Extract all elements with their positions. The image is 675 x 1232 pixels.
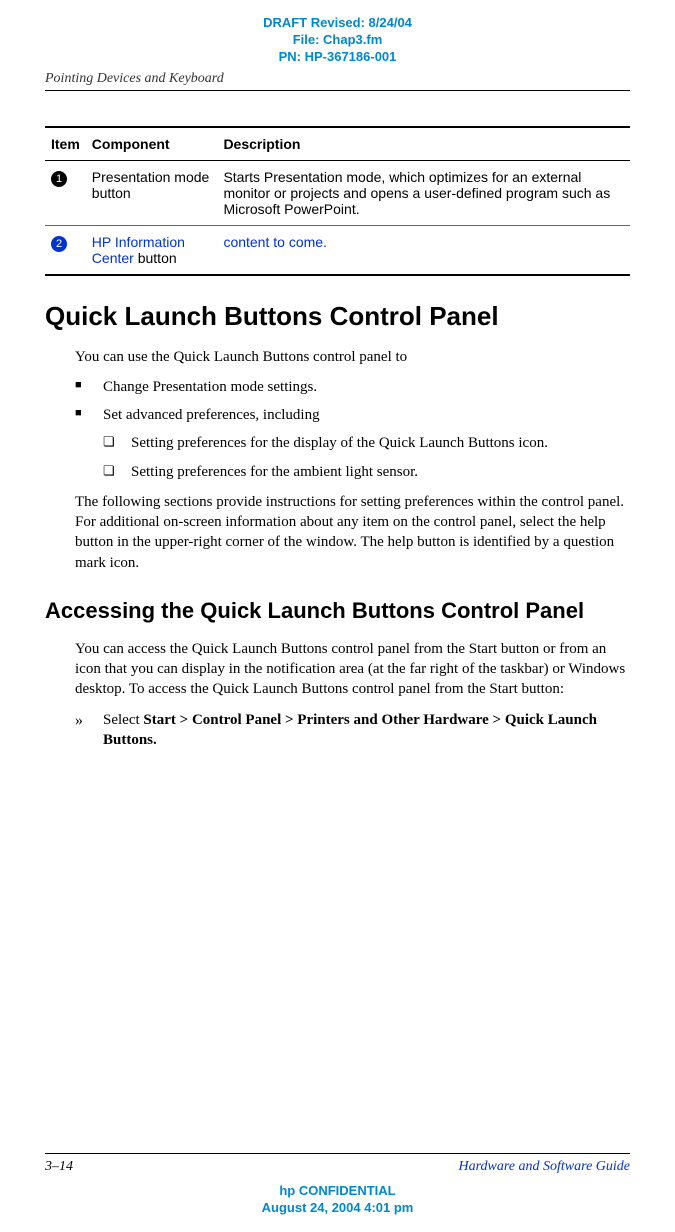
draft-line2: File: Chap3.fm — [45, 32, 630, 49]
table-row: 1 Presentation mode button Starts Presen… — [45, 160, 630, 225]
item-cell: 2 — [45, 225, 86, 275]
step-item: Select Start > Control Panel > Printers … — [75, 710, 630, 751]
page-footer: 3–14 Hardware and Software Guide hp CONF… — [45, 1153, 630, 1217]
th-item: Item — [45, 127, 86, 161]
bullet-list: Change Presentation mode settings. Set a… — [75, 377, 630, 482]
heading-accessing: Accessing the Quick Launch Buttons Contr… — [45, 598, 630, 624]
item-number-icon: 1 — [51, 171, 67, 187]
sub-list-item: Setting preferences for the ambient ligh… — [103, 462, 630, 482]
intro-paragraph: You can use the Quick Launch Buttons con… — [75, 347, 630, 367]
confidential-line1: hp CONFIDENTIAL — [45, 1183, 630, 1200]
footer-rule — [45, 1153, 630, 1154]
description-cell: Starts Presentation mode, which optimize… — [217, 160, 630, 225]
step-prefix: Select — [103, 712, 143, 728]
step-list: Select Start > Control Panel > Printers … — [75, 710, 630, 751]
body-paragraph: You can access the Quick Launch Buttons … — [75, 639, 630, 700]
draft-line3: PN: HP-367186-001 — [45, 49, 630, 66]
draft-header: DRAFT Revised: 8/24/04 File: Chap3.fm PN… — [45, 15, 630, 66]
chapter-title: Pointing Devices and Keyboard — [45, 71, 630, 87]
component-table: Item Component Description 1 Presentatio… — [45, 126, 630, 276]
description-cell: content to come. — [217, 225, 630, 275]
heading-quick-launch: Quick Launch Buttons Control Panel — [45, 301, 630, 332]
item-number-icon: 2 — [51, 236, 67, 252]
confidential-line2: August 24, 2004 4:01 pm — [45, 1200, 630, 1217]
th-component: Component — [86, 127, 218, 161]
table-row: 2 HP Information Center button content t… — [45, 225, 630, 275]
step-path: Start > Control Panel > Printers and Oth… — [103, 712, 597, 748]
component-cell: Presentation mode button — [86, 160, 218, 225]
component-cell: HP Information Center button — [86, 225, 218, 275]
component-suffix: button — [134, 250, 177, 266]
header-rule — [45, 90, 630, 91]
th-description: Description — [217, 127, 630, 161]
item-cell: 1 — [45, 160, 86, 225]
body-paragraph: The following sections provide instructi… — [75, 492, 630, 573]
list-item: Change Presentation mode settings. — [75, 377, 630, 397]
sub-list: Setting preferences for the display of t… — [103, 433, 630, 482]
list-item: Set advanced preferences, including Sett… — [75, 405, 630, 482]
page-number: 3–14 — [45, 1159, 73, 1175]
guide-title: Hardware and Software Guide — [459, 1159, 631, 1175]
confidential-notice: hp CONFIDENTIAL August 24, 2004 4:01 pm — [45, 1183, 630, 1217]
sub-list-item: Setting preferences for the display of t… — [103, 433, 630, 453]
list-item-text: Set advanced preferences, including — [103, 407, 320, 423]
draft-line1: DRAFT Revised: 8/24/04 — [45, 15, 630, 32]
